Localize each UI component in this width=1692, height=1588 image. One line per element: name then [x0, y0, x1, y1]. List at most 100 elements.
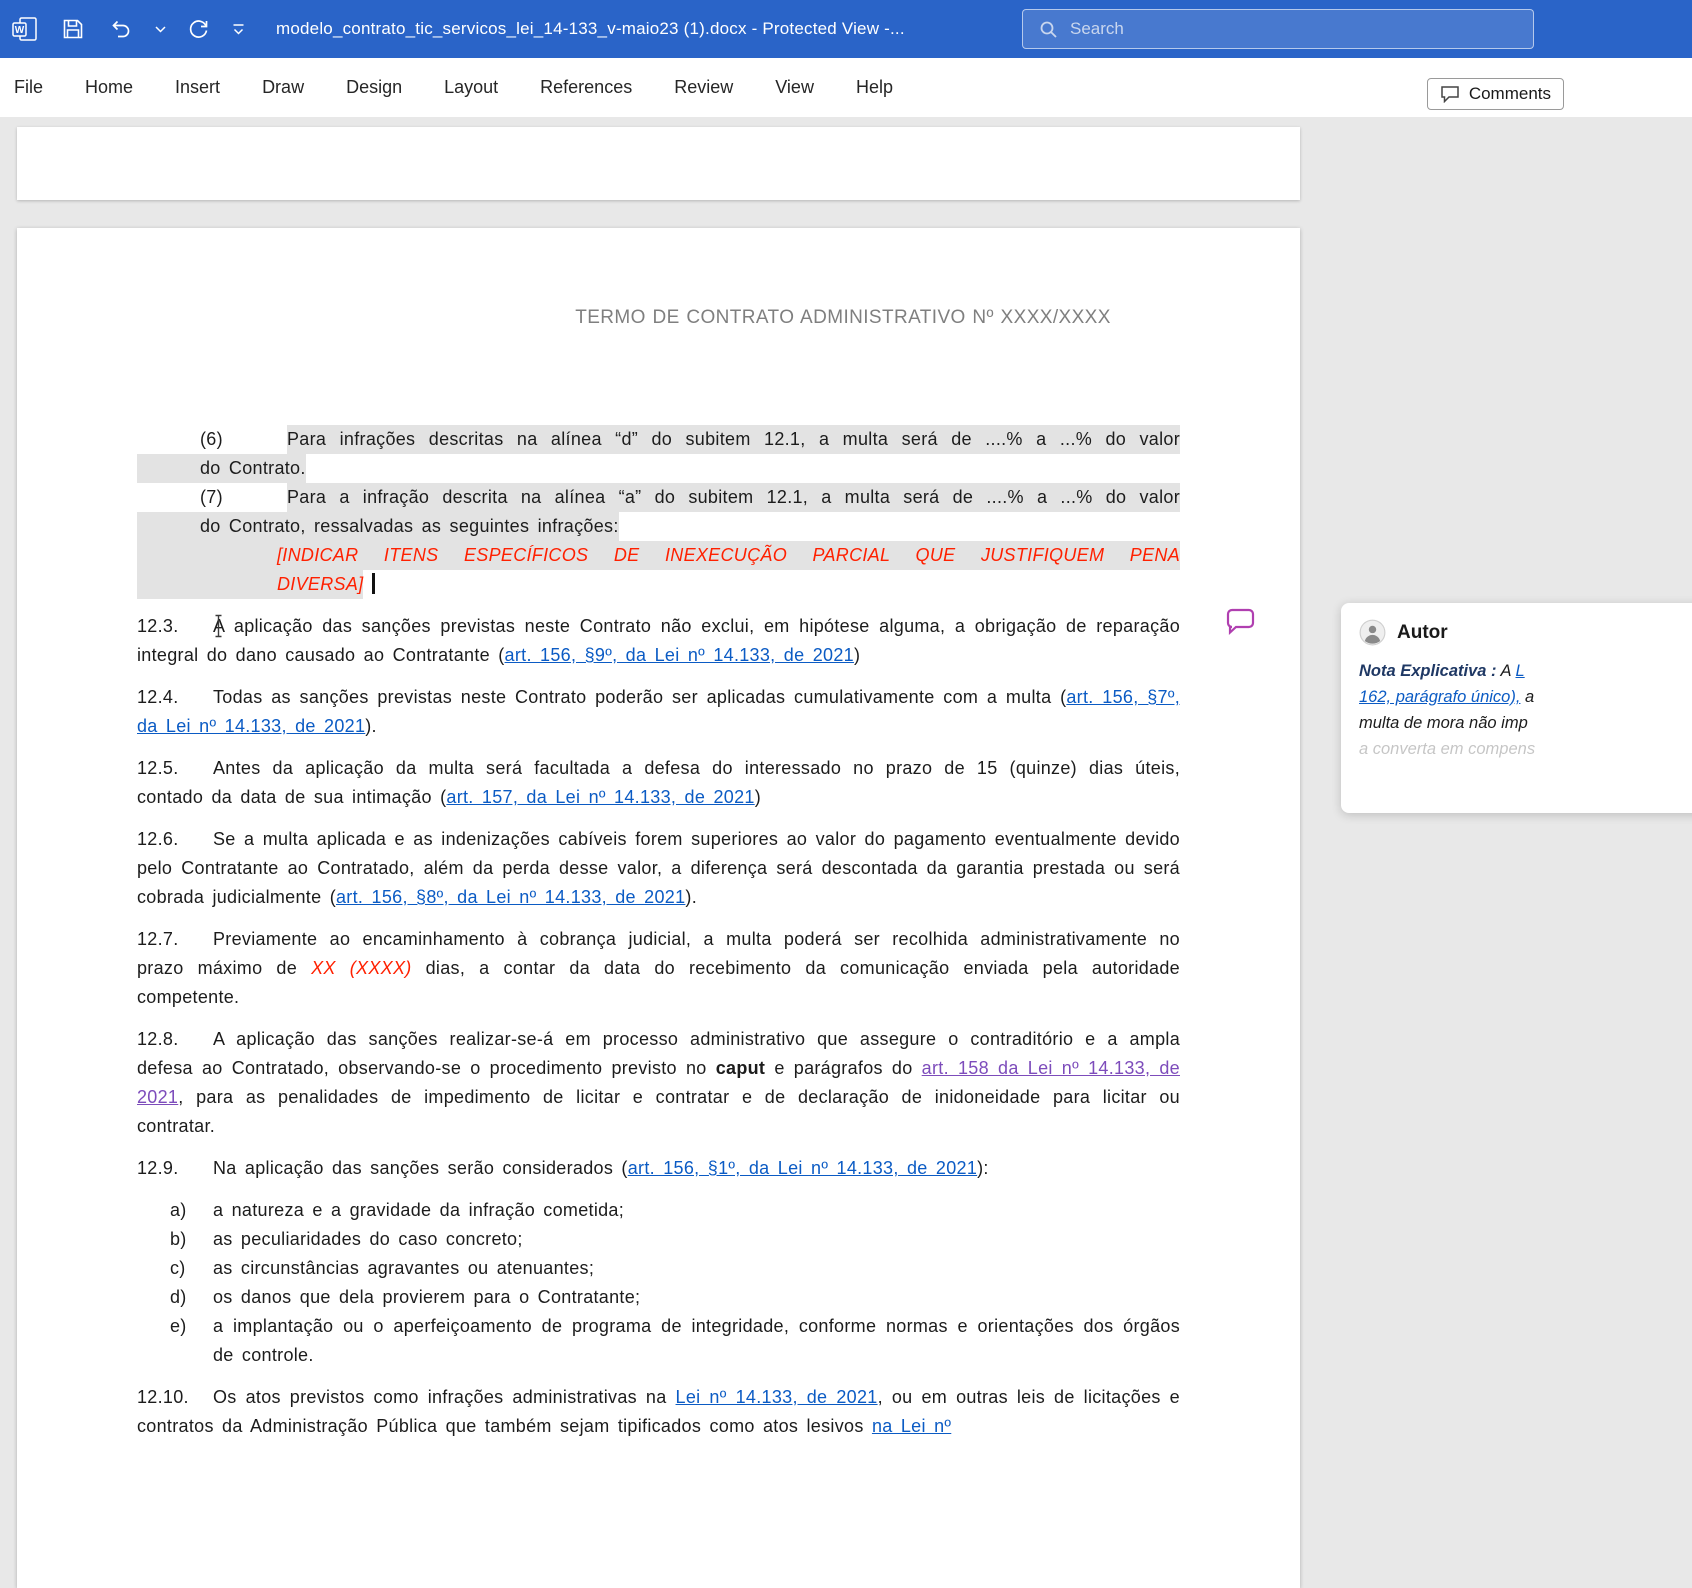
ribbon-tab-insert[interactable]: Insert [154, 58, 241, 117]
title-bar: W [0, 0, 1692, 58]
comment-author: Autor [1397, 622, 1448, 644]
paragraph-12-5: 12.5.Antes da aplicação da multa será fa… [137, 754, 1180, 812]
list-item-text: os danos que dela provierem para o Contr… [213, 1287, 640, 1307]
comment-body: Nota Explicativa : A L 162, parágrafo ún… [1359, 658, 1692, 762]
paragraph-text: ): [977, 1158, 989, 1178]
list-marker: e) [170, 1312, 213, 1341]
law-link-art-157[interactable]: art. 157, da Lei nº 14.133, de 2021 [446, 787, 754, 807]
redo-icon [187, 17, 211, 41]
paragraph-12-6: 12.6.Se a multa aplicada e as indenizaçõ… [137, 825, 1180, 912]
paragraph-number: (6) [200, 425, 287, 454]
document-page[interactable]: TERMO DE CONTRATO ADMINISTRATIVO Nº XXXX… [17, 228, 1300, 1588]
comment-marker-button[interactable] [1224, 607, 1256, 635]
paragraph-6-line2: do Contrato. [137, 454, 306, 483]
ibeam-pointer [213, 614, 224, 643]
search-box[interactable]: Search [1022, 9, 1534, 49]
law-link-art-156-9[interactable]: art. 156, §9º, da Lei nº 14.133, de 2021 [505, 645, 854, 665]
paragraph-number: 12.8. [137, 1025, 213, 1054]
comments-button-label: Comments [1469, 84, 1551, 104]
paragraph-12-8: 12.8.A aplicação das sanções realizar-se… [137, 1025, 1180, 1141]
red-placeholder-inline: XX (XXXX) [311, 958, 411, 978]
customize-quick-access-button[interactable] [230, 12, 246, 46]
redo-button[interactable] [182, 12, 216, 46]
paragraph-12-4: 12.4.Todas as sanções previstas neste Co… [137, 683, 1180, 741]
list-item: a)a natureza e a gravidade da infração c… [137, 1196, 1180, 1225]
ribbon-tab-draw[interactable]: Draw [241, 58, 325, 117]
paragraph-text: ). [685, 887, 697, 907]
bold-caput: caput [716, 1058, 766, 1078]
document-title: modelo_contrato_tic_servicos_lei_14-133_… [276, 19, 905, 39]
chevron-down-icon [155, 26, 166, 33]
comment-link[interactable]: L [1516, 662, 1525, 680]
paragraph-12-3: 12.3.A aplicação das sanções previstas n… [137, 612, 1180, 670]
word-app-button[interactable]: W [8, 12, 42, 46]
quick-access-toolbar: W [0, 12, 246, 46]
ribbon-tab-layout[interactable]: Layout [423, 58, 519, 117]
ribbon-tab-file[interactable]: File [2, 58, 64, 117]
paragraph-7: (7)Para a infração descrita na alínea “a… [137, 483, 1180, 541]
list-item: b)as peculiaridades do caso concreto; [137, 1225, 1180, 1254]
paragraph-text: Todas as sanções previstas neste Contrat… [213, 687, 1066, 707]
paragraph-12-9: 12.9.Na aplicação das sanções serão cons… [137, 1154, 1180, 1183]
comment-marker-icon [1224, 607, 1256, 635]
previous-page-bottom [17, 127, 1300, 200]
paragraph-text: Os atos previstos como infrações adminis… [213, 1387, 676, 1407]
list-item-text: as circunstâncias agravantes ou atenuant… [213, 1258, 594, 1278]
paragraph-number: (7) [200, 483, 287, 512]
save-button[interactable] [56, 12, 90, 46]
comment-card[interactable]: Autor Nota Explicativa : A L 162, parágr… [1341, 603, 1692, 813]
law-link-art-156-1[interactable]: art. 156, §1º, da Lei nº 14.133, de 2021 [628, 1158, 977, 1178]
paragraph-text: ) [854, 645, 860, 665]
author-avatar-icon [1359, 619, 1386, 646]
comment-text: A [1497, 662, 1516, 680]
paragraph-number: 12.4. [137, 683, 213, 712]
law-link-art-156-8[interactable]: art. 156, §8º, da Lei nº 14.133, de 2021 [336, 887, 685, 907]
comments-button[interactable]: Comments [1427, 78, 1564, 110]
list-item: d)os danos que dela provierem para o Con… [137, 1283, 1180, 1312]
document-canvas: TERMO DE CONTRATO ADMINISTRATIVO Nº XXXX… [0, 117, 1692, 1543]
undo-button[interactable] [104, 12, 138, 46]
ribbon-tab-view[interactable]: View [754, 58, 835, 117]
paragraph-12-10: 12.10.Os atos previstos como infrações a… [137, 1383, 1180, 1441]
paragraph-text: Na aplicação das sanções serão considera… [213, 1158, 628, 1178]
undo-icon [109, 17, 133, 41]
paragraph-text: e parágrafos do [765, 1058, 921, 1078]
ribbon-tab-references[interactable]: References [519, 58, 653, 117]
paragraph-number: 12.9. [137, 1154, 213, 1183]
comment-bubble-icon [1440, 85, 1460, 103]
list-marker: a) [170, 1196, 213, 1225]
ribbon-tab-help[interactable]: Help [835, 58, 914, 117]
paragraph-number: 12.6. [137, 825, 213, 854]
svg-text:W: W [15, 25, 25, 36]
list-marker: b) [170, 1225, 213, 1254]
list-item-text: a implantação ou o aperfeiçoamento de pr… [213, 1316, 1180, 1365]
undo-dropdown-button[interactable] [152, 12, 168, 46]
law-link-na-lei[interactable]: na Lei nº [872, 1416, 951, 1436]
list-marker: d) [170, 1283, 213, 1312]
paragraph-12-7: 12.7.Previamente ao encaminhamento à cob… [137, 925, 1180, 1012]
text-cursor [372, 573, 375, 594]
comment-text: multa de mora não imp [1359, 710, 1692, 736]
paragraph-number: 12.5. [137, 754, 213, 783]
ribbon-tab-bar: File Home Insert Draw Design Layout Refe… [0, 58, 1692, 117]
law-link-lei-14133[interactable]: Lei nº 14.133, de 2021 [676, 1387, 878, 1407]
comment-note-label: Nota Explicativa : [1359, 662, 1497, 680]
red-placeholder-paragraph: [INDICAR ITENS ESPECÍFICOS DE INEXECUÇÃO… [137, 541, 1180, 599]
comment-link[interactable]: 162, parágrafo único), [1359, 688, 1520, 706]
page-content: TERMO DE CONTRATO ADMINISTRATIVO Nº XXXX… [137, 228, 1180, 1441]
contract-title: TERMO DE CONTRATO ADMINISTRATIVO Nº XXXX… [137, 303, 1180, 332]
paragraph-number: 12.10. [137, 1383, 213, 1412]
save-icon [61, 17, 85, 41]
comment-text: a [1520, 688, 1534, 706]
red-placeholder-line1: [INDICAR ITENS ESPECÍFICOS DE INEXECUÇÃO… [137, 541, 1180, 570]
list-item: c)as circunstâncias agravantes ou atenua… [137, 1254, 1180, 1283]
ribbon-tab-home[interactable]: Home [64, 58, 154, 117]
paragraph-text: ). [365, 716, 377, 736]
ribbon-tab-review[interactable]: Review [653, 58, 754, 117]
list-item-text: a natureza e a gravidade da infração com… [213, 1200, 624, 1220]
red-placeholder-line2: DIVERSA] [137, 570, 363, 599]
word-app-icon: W [11, 15, 39, 43]
paragraph-number: 12.3. [137, 612, 213, 641]
ribbon-tab-design[interactable]: Design [325, 58, 423, 117]
paragraph-7-line1: Para a infração descrita na alínea “a” d… [287, 487, 1180, 507]
